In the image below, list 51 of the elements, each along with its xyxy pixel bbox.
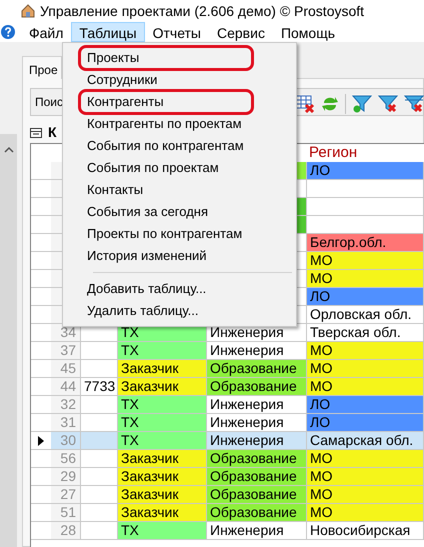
table-cell: Образование [207, 504, 307, 521]
table-cell: Образование [207, 378, 307, 395]
table-cell: Образование [207, 486, 307, 503]
table-cell: Заказчик [118, 378, 207, 395]
table-cell: ТХ [118, 396, 207, 413]
table-cell: ТХ [118, 342, 207, 359]
table-cell: ТХ [118, 522, 207, 539]
table-cell: 29 [51, 468, 81, 485]
table-cell: ТХ [118, 414, 207, 431]
search-label: Поис [34, 94, 64, 111]
table-cell: Самарская обл. [307, 432, 424, 449]
table-cell: МО [307, 450, 424, 467]
table-cell: ТХ [118, 432, 207, 449]
table-cell: МО [307, 360, 424, 377]
table-cell: Белгор.обл. [307, 234, 424, 251]
table-cell: Инженерия [207, 432, 307, 449]
table-cell: 45 [51, 360, 81, 377]
table-cell: МО [307, 252, 424, 269]
table-cell: 51 [51, 504, 81, 521]
table-cell: 31 [51, 414, 81, 431]
table-cell: 30 [51, 432, 81, 449]
table-cell: ЛО [307, 288, 424, 305]
table-cell: Новосибирская [307, 522, 424, 539]
table-cell: Образование [207, 360, 307, 377]
table-cell: МО [307, 270, 424, 287]
table-cell: Инженерия [207, 522, 307, 539]
table-cell: Орловская обл. [307, 306, 424, 323]
table-cell: Заказчик [118, 468, 207, 485]
table-cell: 27 [51, 486, 81, 503]
grid-title: К [48, 123, 57, 142]
table-cell: Заказчик [118, 504, 207, 521]
table-cell: Заказчик [118, 360, 207, 377]
table-cell: Заказчик [118, 486, 207, 503]
table-cell: МО [307, 342, 424, 359]
table-cell: МО [307, 468, 424, 485]
table-cell: 32 [51, 396, 81, 413]
table-cell: Тверская обл. [307, 324, 424, 341]
table-cell: ЛО [307, 396, 424, 413]
table-cell: ЛО [307, 414, 424, 431]
window-title: Управление проектами (2.606 демо) © Prostoysoft [40, 2, 364, 21]
table-cell: ЛО [307, 162, 424, 179]
table-cell: МО [307, 504, 424, 521]
table-cell: Образование [207, 450, 307, 467]
table-cell: 37 [51, 342, 81, 359]
table-cell: Заказчик [118, 450, 207, 467]
table-cell: Образование [207, 468, 307, 485]
table-cell: МО [307, 486, 424, 503]
table-cell: 56 [51, 450, 81, 467]
table-cell: МО [307, 378, 424, 395]
table-cell: 44 [51, 378, 81, 395]
table-cell: 28 [51, 522, 81, 539]
